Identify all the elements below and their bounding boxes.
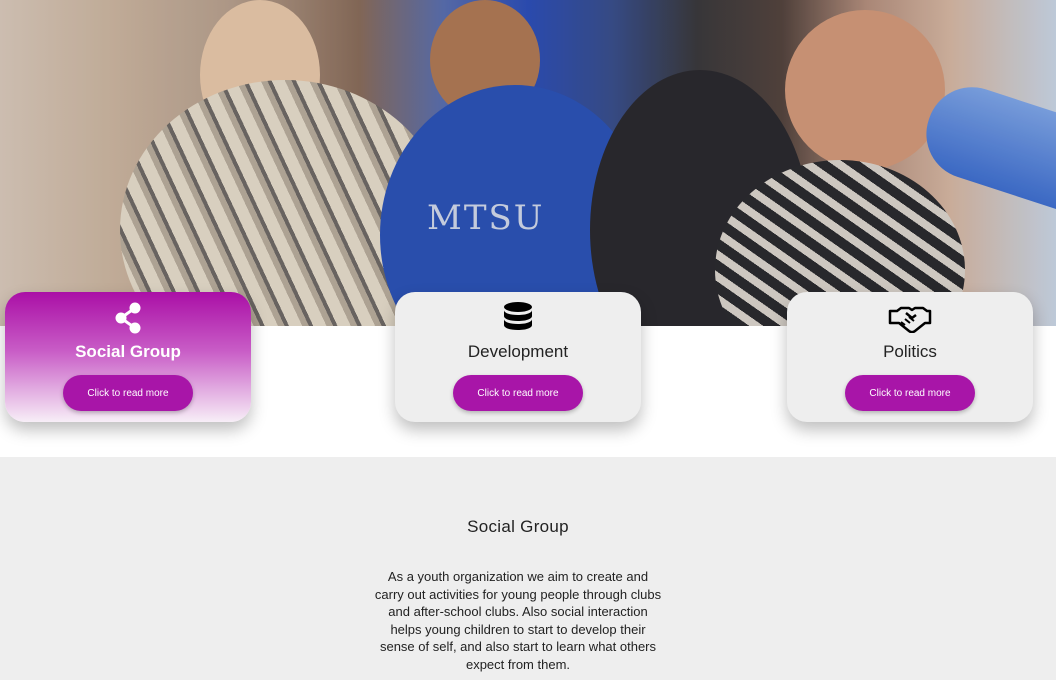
hero-image: MTSU xyxy=(0,0,1056,326)
card-title: Politics xyxy=(883,342,937,361)
card-social-group[interactable]: Social Group Click to read more xyxy=(5,292,251,422)
card-politics[interactable]: Politics Click to read more xyxy=(787,292,1033,422)
database-icon xyxy=(503,301,533,335)
section-description: As a youth organization we aim to create… xyxy=(374,569,662,672)
share-icon xyxy=(113,301,143,335)
handshake-icon xyxy=(888,301,932,335)
read-more-button[interactable]: Click to read more xyxy=(63,375,193,411)
read-more-button[interactable]: Click to read more xyxy=(845,375,975,411)
section-title: Social Group xyxy=(467,517,569,536)
read-more-button[interactable]: Click to read more xyxy=(453,375,583,411)
card-development[interactable]: Development Click to read more xyxy=(395,292,641,422)
card-title: Social Group xyxy=(75,342,181,361)
card-title: Development xyxy=(467,342,569,361)
